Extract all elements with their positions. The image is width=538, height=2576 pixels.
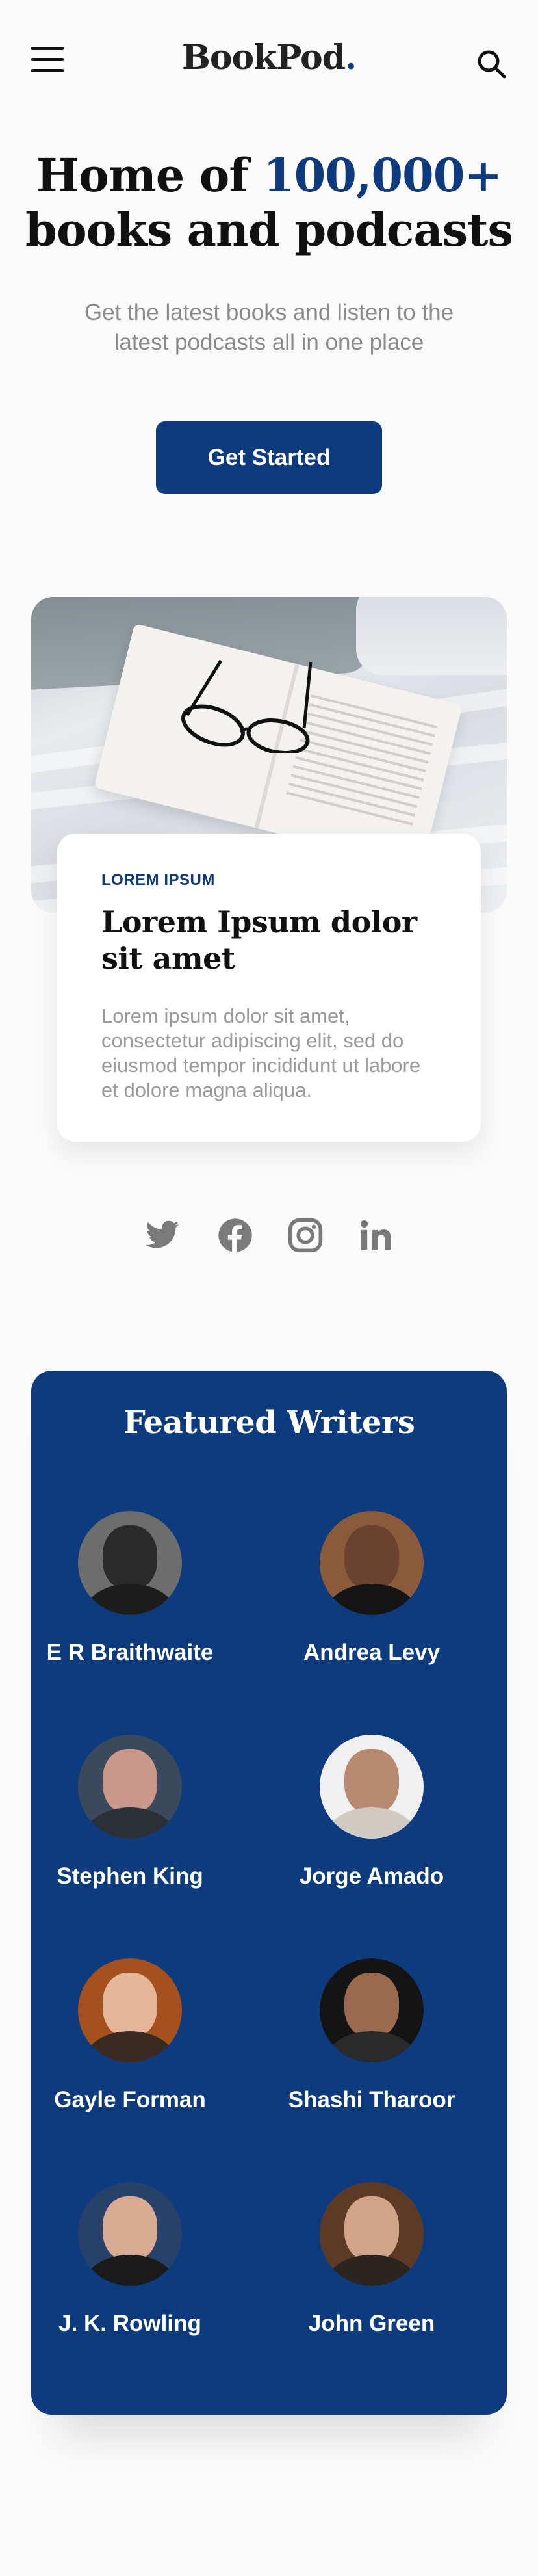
logo-dot: .	[345, 38, 357, 77]
writer-card[interactable]: Andrea Levy	[274, 1511, 469, 1666]
writer-card[interactable]: Stephen King	[32, 1735, 227, 1889]
writer-name: Gayle Forman	[54, 2087, 206, 2112]
writer-card[interactable]: E R Braithwaite	[32, 1511, 227, 1666]
logo-text: BookPod	[181, 38, 346, 77]
facebook-icon[interactable]	[217, 1217, 253, 1254]
search-icon[interactable]	[476, 48, 507, 79]
writer-name: E R Braithwaite	[46, 1640, 214, 1665]
writer-name: J. K. Rowling	[58, 2311, 201, 2336]
instagram-icon[interactable]	[287, 1217, 324, 1254]
writer-avatar	[78, 1958, 182, 2062]
featured-title: Featured Writers	[123, 1404, 415, 1441]
linkedin-icon[interactable]	[357, 1217, 394, 1254]
writer-avatar	[78, 1735, 182, 1839]
featured-writers-section: Featured Writers E R Braithwaite Andrea …	[31, 1371, 507, 2415]
card-text: Lorem ipsum dolor sit amet, consectetur …	[101, 1005, 421, 1101]
writer-name: Jorge Amado	[299, 1863, 444, 1889]
writer-name: Shashi Tharoor	[288, 2087, 455, 2112]
article-card[interactable]: LOREM IPSUM Lorem Ipsum dolor sit amet L…	[57, 834, 481, 1142]
hero-title-line2: books and podcasts	[25, 203, 513, 257]
hero-title-accent: 100,000+	[263, 148, 502, 202]
writer-avatar	[320, 1511, 424, 1615]
writer-name: Stephen King	[57, 1863, 203, 1889]
writer-avatar	[320, 1958, 424, 2062]
writer-avatar	[78, 2182, 182, 2286]
get-started-button[interactable]: Get Started	[156, 421, 382, 494]
social-links	[0, 1217, 538, 1254]
twitter-icon[interactable]	[144, 1217, 181, 1254]
writer-avatar	[320, 2182, 424, 2286]
writer-avatar	[78, 1511, 182, 1615]
card-title[interactable]: Lorem Ipsum dolor sit amet	[101, 904, 437, 977]
logo[interactable]: BookPod.	[31, 38, 507, 77]
writer-card[interactable]: J. K. Rowling	[32, 2182, 227, 2337]
header: BookPod.	[31, 38, 507, 83]
writer-card[interactable]: Shashi Tharoor	[274, 1958, 469, 2113]
writer-name: Andrea Levy	[303, 1640, 441, 1665]
writer-card[interactable]: Gayle Forman	[32, 1958, 227, 2113]
writer-card[interactable]: Jorge Amado	[274, 1735, 469, 1889]
writer-name: John Green	[308, 2311, 435, 2336]
hero-title: Home of 100,000+ books and podcasts	[0, 148, 538, 257]
hero-title-prefix: Home of	[36, 148, 263, 202]
writer-card[interactable]: John Green	[274, 2182, 469, 2337]
card-eyebrow: LOREM IPSUM	[101, 871, 215, 889]
glasses-icon	[181, 659, 313, 753]
writer-avatar	[320, 1735, 424, 1839]
hero-subtitle: Get the latest books and listen to the l…	[84, 300, 454, 355]
